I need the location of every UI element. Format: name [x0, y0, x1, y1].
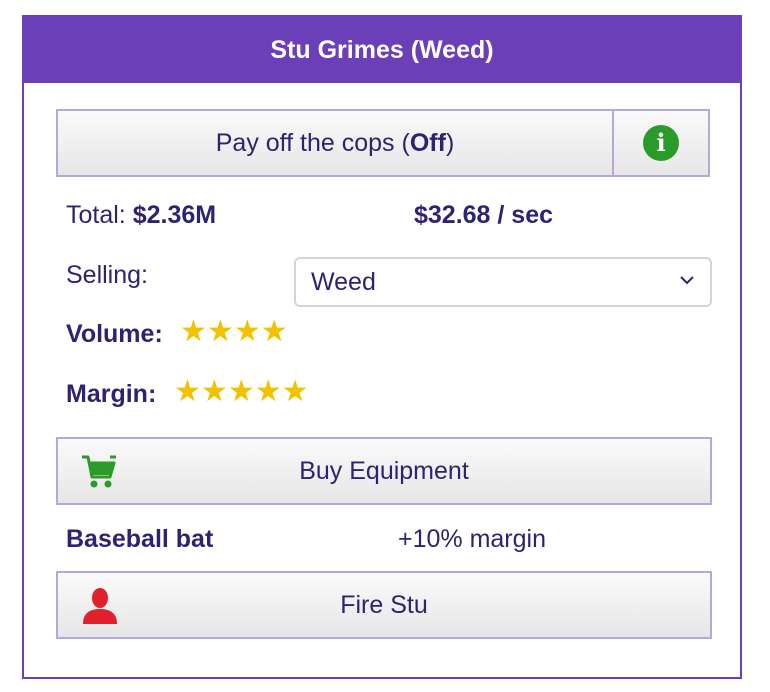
panel-title: Stu Grimes (Weed) — [24, 17, 740, 83]
cops-label-suffix: ) — [445, 128, 455, 157]
cops-label-prefix: Pay off the cops ( — [215, 128, 410, 157]
buy-equipment-label: Buy Equipment — [299, 456, 469, 485]
pay-off-cops-button[interactable]: Pay off the cops (Off) — [56, 109, 614, 177]
chevron-down-icon — [680, 276, 694, 285]
equipment-item-effect: +10% margin — [398, 525, 546, 553]
star-icon: ★ — [206, 314, 234, 349]
employee-panel: Stu Grimes (Weed) Pay off the cops (Off)… — [22, 15, 742, 679]
person-icon — [83, 588, 117, 624]
product-select-value: Weed — [311, 267, 376, 296]
equipment-item-name: Baseball bat — [66, 525, 214, 553]
fire-button[interactable]: Fire Stu — [56, 571, 712, 639]
star-icon: ★ — [254, 374, 282, 409]
total-value: $2.36M — [132, 201, 217, 229]
star-icon: ★ — [260, 314, 288, 349]
info-button[interactable]: i — [612, 109, 710, 177]
star-icon: ★ — [227, 374, 255, 409]
cart-icon — [82, 455, 116, 488]
cops-state: Off — [409, 128, 446, 157]
margin-label: Margin: — [66, 380, 157, 408]
buy-equipment-button[interactable]: Buy Equipment — [56, 437, 712, 505]
selling-label: Selling: — [66, 261, 148, 289]
margin-rating: ★ ★ ★ ★ ★ — [174, 377, 309, 407]
star-icon: ★ — [233, 314, 261, 349]
star-icon: ★ — [281, 374, 309, 409]
star-icon: ★ — [200, 374, 228, 409]
volume-label: Volume: — [66, 320, 163, 348]
fire-label: Fire Stu — [340, 590, 428, 619]
volume-rating: ★ ★ ★ ★ — [180, 317, 288, 347]
total-row: Total: $2.36M — [66, 201, 216, 230]
product-select[interactable]: Weed — [294, 257, 712, 307]
total-label: Total: — [66, 201, 126, 229]
star-icon: ★ — [180, 314, 207, 349]
income-rate: $32.68 / sec — [414, 201, 554, 229]
star-icon: ★ — [174, 374, 201, 409]
info-icon: i — [643, 125, 679, 161]
